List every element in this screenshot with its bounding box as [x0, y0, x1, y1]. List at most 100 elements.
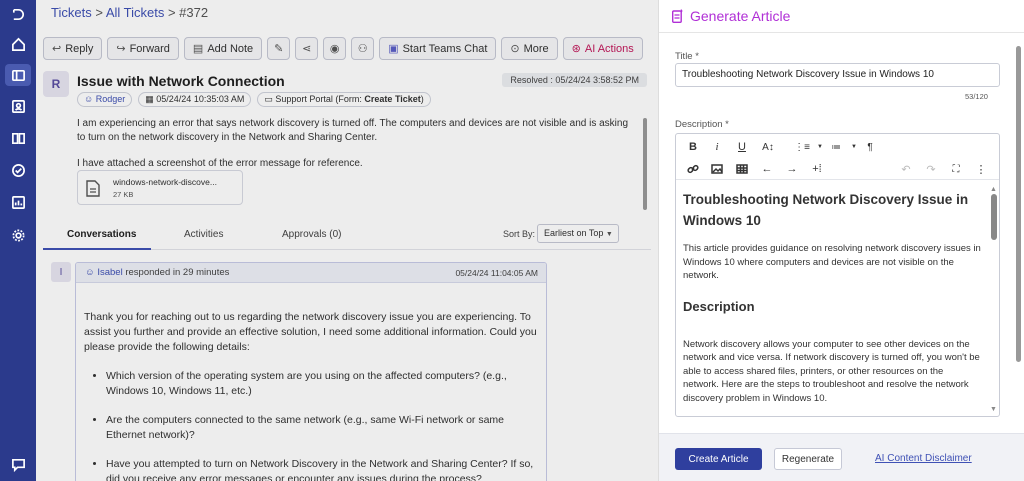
ticket-body-paragraph: I have attached a screenshot of the erro… — [77, 158, 363, 169]
ai-actions-label: AI Actions — [584, 42, 634, 55]
question-list: Which version of the operating system ar… — [106, 369, 538, 481]
indent-icon[interactable]: → — [784, 162, 800, 176]
editor-content[interactable]: Troubleshooting Network Discovery Issue … — [683, 189, 981, 405]
chevron-down-icon[interactable]: ▼ — [812, 140, 828, 154]
breadcrumb-all-tickets[interactable]: All Tickets — [106, 5, 165, 20]
requester-avatar: R — [43, 71, 69, 97]
regenerate-button[interactable]: Regenerate — [774, 448, 842, 470]
add-note-button[interactable]: ▤ Add Note — [183, 37, 263, 60]
article-intro: This article provides guidance on resolv… — [683, 243, 981, 281]
gear-icon[interactable] — [8, 225, 28, 245]
more-label: More — [523, 42, 549, 55]
requester-chip[interactable]: ☺ Rodger — [77, 92, 133, 107]
reply-button[interactable]: ↩ Reply — [43, 37, 103, 60]
document-icon — [86, 180, 100, 197]
scroll-down-icon[interactable]: ▼ — [990, 406, 997, 413]
breadcrumb-tickets[interactable]: Tickets — [51, 5, 92, 20]
book-icon[interactable] — [8, 128, 28, 148]
ai-actions-button[interactable]: ⊛ AI Actions — [562, 37, 643, 60]
check-circle-icon[interactable] — [8, 160, 28, 180]
reply-label: Reply — [65, 42, 94, 55]
bullet-list-icon[interactable]: ≔ — [828, 140, 844, 154]
source-suffix: ) — [420, 94, 424, 104]
tab-activities[interactable]: Activities — [184, 229, 223, 240]
chart-icon[interactable] — [8, 192, 28, 212]
home-icon[interactable] — [8, 34, 28, 54]
description-label: Description * — [675, 119, 729, 130]
watch-button[interactable]: ◉ — [323, 37, 347, 60]
italic-icon[interactable]: i — [709, 140, 725, 154]
conversation-message: ☺ Isabel responded in 29 minutes 05/24/2… — [75, 262, 547, 481]
more-button[interactable]: ⊙ More — [501, 37, 558, 60]
status-badge: Resolved : 05/24/24 3:58:52 PM — [502, 73, 647, 87]
response-time: responded in 29 minutes — [122, 267, 230, 278]
left-nav-rail — [0, 0, 36, 481]
underline-icon[interactable]: U — [734, 140, 750, 154]
reply-icon: ↩ — [52, 43, 62, 55]
tab-approvals[interactable]: Approvals (0) — [282, 229, 341, 240]
more-options-icon[interactable]: ⋮ — [973, 162, 989, 176]
forward-button[interactable]: ↪ Forward — [107, 37, 179, 60]
editor-scrollbar[interactable]: ▲ ▼ — [990, 186, 997, 414]
undo-icon[interactable]: ↶ — [898, 162, 914, 176]
ticket-scrollbar[interactable] — [643, 118, 647, 210]
ai-content-disclaimer-link[interactable]: AI Content Disclaimer — [875, 453, 972, 464]
title-char-count: 53/120 — [965, 92, 988, 101]
title-label: Title * — [675, 51, 699, 62]
outdent-icon[interactable]: ← — [759, 162, 775, 176]
attachment-card[interactable]: windows-network-discove... 27 KB — [77, 170, 243, 205]
chevron-down-icon: ▼ — [605, 231, 613, 238]
tab-conversations[interactable]: Conversations — [67, 229, 136, 240]
description-editor[interactable]: B i U A↕ ⋮≡ ▼ ≔ ▼ ¶ ← → +⁞ ↶ ↷ ⛶ ⋮ Troub… — [675, 133, 1000, 417]
logo-icon[interactable] — [8, 4, 28, 24]
scroll-up-icon[interactable]: ▲ — [990, 186, 997, 193]
article-heading: Troubleshooting Network Discovery Issue … — [683, 192, 969, 228]
created-date-chip: ▦ 05/24/24 10:35:03 AM — [138, 92, 252, 107]
redo-icon[interactable]: ↷ — [923, 162, 939, 176]
forward-icon: ↪ — [116, 43, 126, 55]
numbered-list-icon[interactable]: ⋮≡ — [794, 140, 810, 154]
bold-icon[interactable]: B — [685, 140, 701, 154]
share-button[interactable]: ⋖ — [295, 37, 319, 60]
conversation-avatar: I — [51, 262, 71, 282]
contact-card-icon[interactable] — [8, 96, 28, 116]
fullscreen-icon[interactable]: ⛶ — [948, 162, 964, 176]
ticket-body-paragraph: I am experiencing an error that says net… — [77, 118, 629, 143]
start-teams-chat-button[interactable]: ▣ Start Teams Chat — [379, 37, 497, 60]
list-item: Which version of the operating system ar… — [106, 369, 538, 399]
paragraph-icon[interactable]: ¶ — [862, 140, 878, 154]
sort-select[interactable]: Earliest on Top ▼ — [537, 224, 619, 243]
chat-icon[interactable] — [8, 454, 28, 474]
horizontal-rule-icon[interactable]: +⁞ — [809, 162, 825, 176]
ticket-icon[interactable] — [5, 64, 31, 86]
assign-button[interactable]: ⚇ — [351, 37, 375, 60]
panel-scrollbar[interactable] — [1016, 40, 1022, 422]
ticket-tabs: Conversations Activities Approvals (0) S… — [43, 222, 651, 250]
ticket-title: Issue with Network Connection — [77, 73, 285, 89]
table-icon[interactable] — [734, 162, 750, 176]
source-form: Create Ticket — [364, 94, 421, 104]
created-date: 05/24/24 10:35:03 AM — [156, 94, 245, 104]
editor-scroll-thumb[interactable] — [991, 194, 997, 240]
attachment-size: 27 KB — [113, 190, 134, 199]
link-icon[interactable] — [685, 162, 701, 176]
share-icon: ⋖ — [302, 43, 312, 55]
edit-button[interactable]: ✎ — [267, 37, 291, 60]
teams-icon: ▣ — [388, 43, 399, 55]
title-input[interactable]: Troubleshooting Network Discovery Issue … — [675, 63, 1000, 87]
breadcrumb-separator: > — [91, 5, 106, 20]
conversation-author[interactable]: Isabel — [97, 267, 122, 278]
panel-title: Generate Article — [690, 8, 791, 24]
requester-name: Rodger — [95, 94, 126, 104]
portal-icon: ▭ — [264, 94, 273, 104]
image-icon[interactable] — [709, 162, 725, 176]
chevron-down-icon[interactable]: ▼ — [846, 140, 862, 154]
font-size-icon[interactable]: A↕ — [760, 140, 776, 154]
ticket-toolbar: ↩ Reply ↪ Forward ▤ Add Note ✎ ⋖ ◉ ⚇ ▣ Start… — [43, 37, 643, 60]
article-icon — [672, 9, 683, 23]
sort-label: Sort By: — [503, 229, 536, 239]
breadcrumb-current: #372 — [179, 5, 209, 20]
create-article-button[interactable]: Create Article — [675, 448, 762, 470]
calendar-icon: ▦ — [145, 94, 154, 104]
panel-scroll-thumb[interactable] — [1016, 46, 1021, 362]
